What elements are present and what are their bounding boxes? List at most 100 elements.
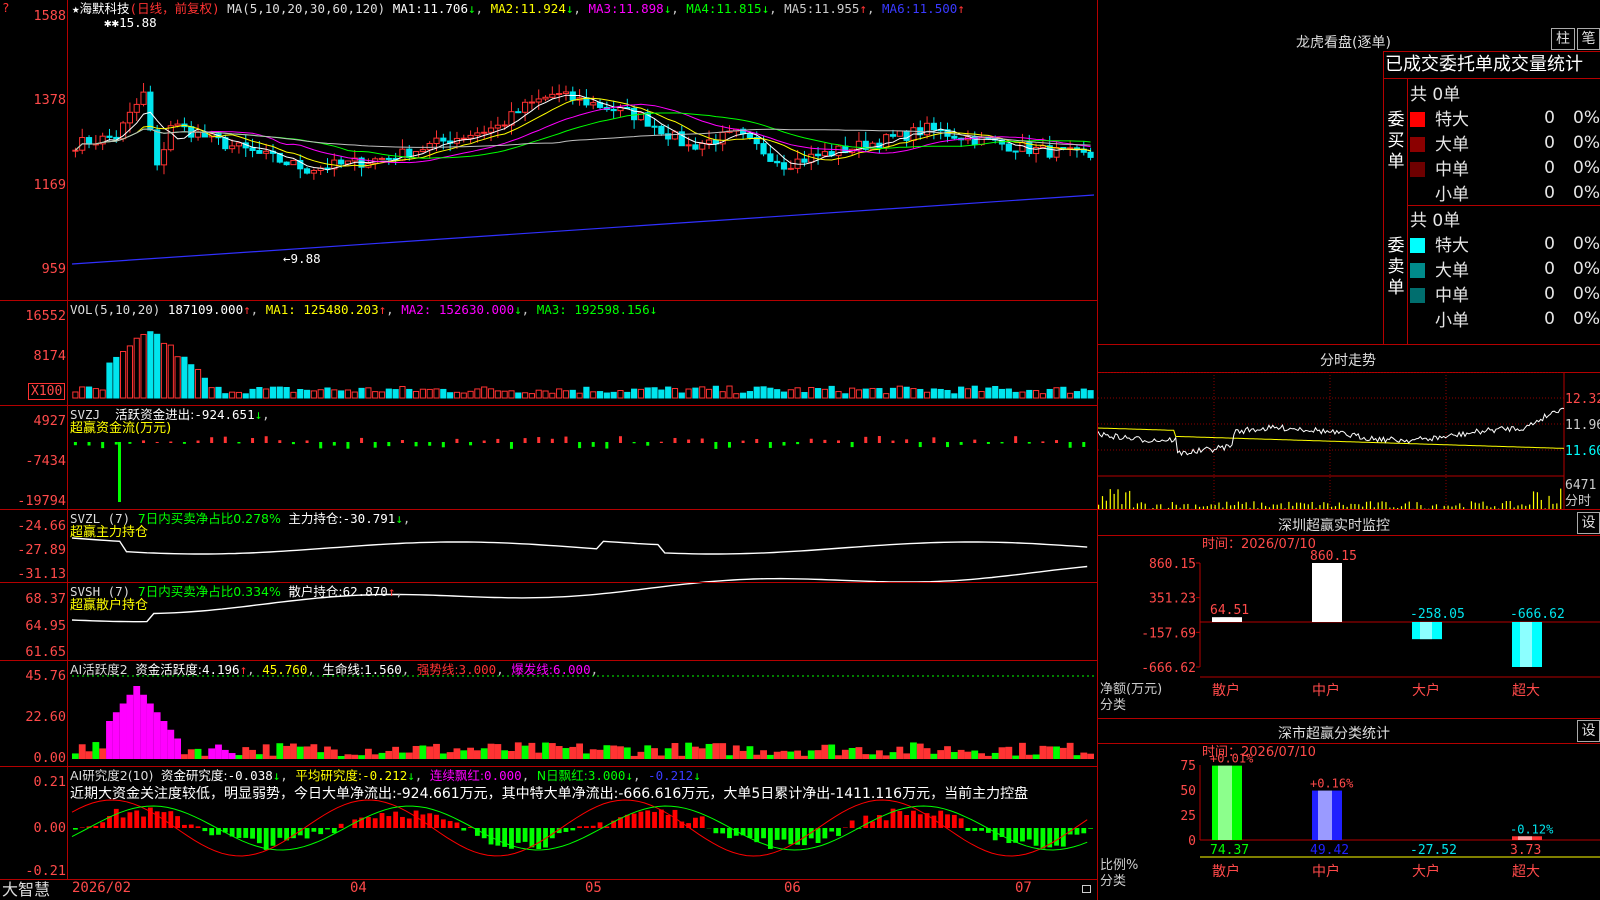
x-label-may: 05 <box>585 880 602 896</box>
svsh-tick-2: 64.95 <box>25 618 66 634</box>
x-label-jul: 07 <box>1015 880 1032 896</box>
svzj-bar <box>101 442 105 449</box>
ai-active-bar <box>1059 747 1067 759</box>
intraday-vol-bar <box>1253 501 1255 509</box>
volume-bar <box>481 386 488 399</box>
volume-bar <box>760 386 767 399</box>
left-axis-line <box>67 0 68 880</box>
class-value-label: 3.73 <box>1510 843 1541 858</box>
price-candle <box>951 135 958 139</box>
volume-bar <box>821 388 828 399</box>
ai-active-bar <box>794 750 802 759</box>
price-candle <box>658 125 665 135</box>
svzj-bar <box>564 436 568 443</box>
intraday-tick-1: 12.32 <box>1565 392 1600 407</box>
ai-research-bar <box>951 814 957 828</box>
sz-monitor-settings-button[interactable]: 设 <box>1577 512 1600 534</box>
volume-bar <box>99 389 106 399</box>
price-candle <box>923 122 931 136</box>
svzj-bar <box>632 442 636 444</box>
x-label-feb: 2026/02 <box>72 880 132 896</box>
stock-name[interactable]: 海默科技 <box>80 1 130 16</box>
svsh-header: SVSH (7) 7日内买卖净占比0.334% 散户持仓:62.870↑, <box>70 584 403 599</box>
price-candle <box>263 150 270 154</box>
vol-indicator-name[interactable]: VOL(5,10,20) <box>70 302 160 317</box>
ai-research-bar <box>495 828 501 846</box>
sell-orders-label: 委卖单 <box>1387 236 1405 298</box>
volume-bar <box>535 389 542 399</box>
ai-research-bar <box>175 816 181 828</box>
ai-commentary: 近期大资金关注度较低，明显弱势，今日大单净流出:-924.661万元，其中特大单… <box>70 786 1029 802</box>
price-candle <box>481 131 488 134</box>
price-candle <box>283 161 290 166</box>
ai-active-bar <box>889 752 897 759</box>
volume-bar <box>310 390 317 399</box>
volume-bar <box>855 389 863 399</box>
price-candle <box>229 145 236 150</box>
intraday-vol-bar <box>1105 500 1107 509</box>
bar-tick-label: 351.23 <box>1149 592 1196 607</box>
ai-active-bar <box>344 754 352 759</box>
chart-mode[interactable]: (日线，前复权) <box>130 1 220 16</box>
bar-tick-label: -157.69 <box>1141 626 1196 641</box>
lock-icon[interactable] <box>1082 885 1091 893</box>
volume-bar <box>447 392 454 399</box>
ai-active-bar <box>317 752 325 759</box>
sell-orders-table: 共 0单 特大 0 0% 大单 0 0% 中单 0 0% 小单 0 0% <box>1410 206 1600 331</box>
ai-active-bar <box>569 746 577 759</box>
ai-research-bar <box>529 828 535 848</box>
svzl-indicator-name[interactable]: SVZL (7) <box>70 511 130 526</box>
volume-bar <box>174 356 181 399</box>
ai-active-bar <box>923 748 931 759</box>
ma6-line <box>71 194 1095 265</box>
intraday-title: 分时走势 <box>1320 353 1376 369</box>
volume-bar <box>603 392 610 399</box>
svzj-bar <box>278 440 282 443</box>
volume-bar <box>862 388 869 399</box>
volume-bar <box>399 385 406 399</box>
ai-active-bar <box>555 746 563 759</box>
class-tick-label: 0 <box>1188 834 1196 849</box>
bar-mode-button[interactable]: 柱 <box>1551 28 1575 50</box>
ai-active-bar <box>371 754 379 759</box>
class-value-label: 49.42 <box>1310 843 1349 858</box>
price-candle <box>855 140 863 150</box>
volume-bar <box>992 385 999 399</box>
ai-active-indicator-name[interactable]: AI活跃度2 <box>70 662 128 677</box>
volume-bar <box>808 387 815 399</box>
svzj-indicator-name[interactable]: SVZJ <box>70 407 100 422</box>
ai-research-indicator-name[interactable]: AI研究度2(10) <box>70 768 153 783</box>
buy-row-l: 大单 0 0% <box>1410 130 1600 155</box>
ai-research-bar <box>822 828 828 839</box>
ai-research-bar <box>870 821 875 828</box>
ai-active-bar <box>630 755 638 759</box>
volume-bar <box>412 390 420 399</box>
intraday-chart[interactable] <box>1098 372 1600 509</box>
x-axis-divider <box>0 879 1098 880</box>
sz-class-settings-button[interactable]: 设 <box>1577 720 1600 742</box>
ai-research-bar <box>250 828 255 839</box>
pen-mode-button[interactable]: 笔 <box>1577 28 1600 50</box>
ai-active-bar <box>971 750 979 759</box>
volume-bar <box>678 392 685 399</box>
kline-chart-area[interactable] <box>0 0 1098 900</box>
intraday-vol-bar <box>1171 502 1173 509</box>
ai-active-bar <box>998 747 1006 759</box>
svsh-indicator-name[interactable]: SVSH (7) <box>70 584 130 599</box>
svzj-bar <box>605 442 609 449</box>
volume-bar <box>1046 388 1053 399</box>
ai-active-bar <box>869 754 876 759</box>
volume-bar <box>583 386 590 399</box>
volume-bar <box>1019 391 1026 399</box>
ai-research-bar <box>781 828 787 840</box>
ai-active-bar <box>392 746 400 759</box>
ai-active-bar <box>167 729 175 759</box>
ma-indicator-name[interactable]: MA(5,10,20,30,60,120) <box>227 1 385 16</box>
ai-active-bar <box>1046 746 1054 759</box>
ai-active-bar <box>351 754 359 759</box>
price-candle <box>1012 150 1019 153</box>
svzj-bar <box>1000 442 1004 444</box>
volume-bar <box>133 337 140 399</box>
ai-active-bar <box>521 745 529 759</box>
volume-bar <box>392 389 399 399</box>
